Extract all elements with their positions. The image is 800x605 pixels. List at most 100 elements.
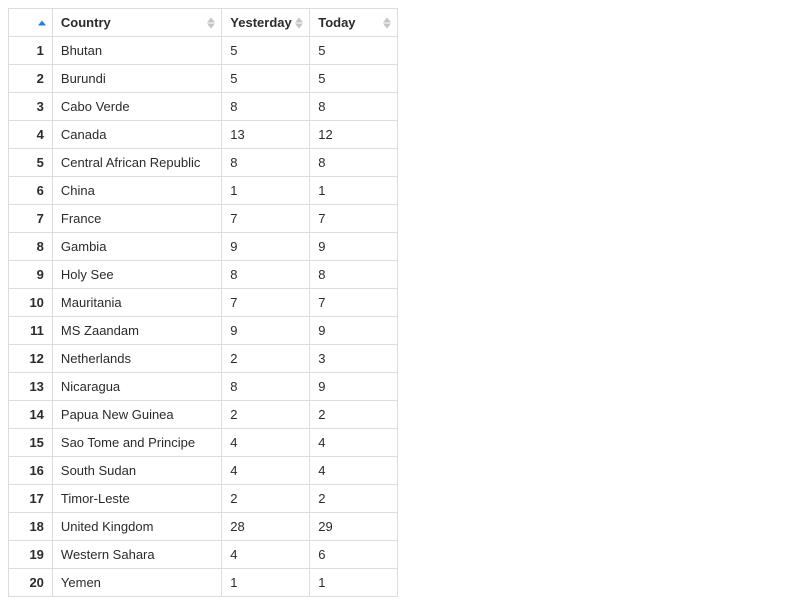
table-row: 10Mauritania77 xyxy=(9,289,398,317)
cell-country: Timor-Leste xyxy=(52,485,221,513)
table-row: 16South Sudan44 xyxy=(9,457,398,485)
cell-country: Cabo Verde xyxy=(52,93,221,121)
table-row: 18United Kingdom2829 xyxy=(9,513,398,541)
cell-index: 9 xyxy=(9,261,53,289)
cell-yesterday: 8 xyxy=(222,261,310,289)
cell-today: 7 xyxy=(310,289,398,317)
table-row: 1Bhutan55 xyxy=(9,37,398,65)
cell-today: 12 xyxy=(310,121,398,149)
cell-country: China xyxy=(52,177,221,205)
cell-yesterday: 5 xyxy=(222,65,310,93)
cell-yesterday: 13 xyxy=(222,121,310,149)
data-table: Country Yesterday Today 1Bhutan552Burund… xyxy=(8,8,398,597)
cell-yesterday: 28 xyxy=(222,513,310,541)
header-today-label: Today xyxy=(318,15,355,30)
cell-index: 16 xyxy=(9,457,53,485)
sort-icon xyxy=(207,17,215,28)
cell-today: 4 xyxy=(310,457,398,485)
table-row: 9Holy See88 xyxy=(9,261,398,289)
cell-country: MS Zaandam xyxy=(52,317,221,345)
header-yesterday[interactable]: Yesterday xyxy=(222,9,310,37)
cell-index: 4 xyxy=(9,121,53,149)
cell-country: Nicaragua xyxy=(52,373,221,401)
cell-index: 8 xyxy=(9,233,53,261)
header-yesterday-label: Yesterday xyxy=(230,15,291,30)
header-index[interactable] xyxy=(9,9,53,37)
cell-index: 12 xyxy=(9,345,53,373)
cell-today: 8 xyxy=(310,149,398,177)
cell-today: 9 xyxy=(310,373,398,401)
cell-country: Bhutan xyxy=(52,37,221,65)
cell-today: 8 xyxy=(310,261,398,289)
cell-index: 19 xyxy=(9,541,53,569)
cell-yesterday: 9 xyxy=(222,317,310,345)
cell-index: 7 xyxy=(9,205,53,233)
cell-today: 2 xyxy=(310,401,398,429)
cell-index: 1 xyxy=(9,37,53,65)
cell-country: Western Sahara xyxy=(52,541,221,569)
cell-index: 13 xyxy=(9,373,53,401)
cell-index: 20 xyxy=(9,569,53,597)
table-row: 17Timor-Leste22 xyxy=(9,485,398,513)
table-row: 7France77 xyxy=(9,205,398,233)
cell-country: Mauritania xyxy=(52,289,221,317)
table-row: 3Cabo Verde88 xyxy=(9,93,398,121)
cell-yesterday: 2 xyxy=(222,401,310,429)
cell-today: 6 xyxy=(310,541,398,569)
cell-yesterday: 4 xyxy=(222,429,310,457)
cell-country: France xyxy=(52,205,221,233)
cell-index: 15 xyxy=(9,429,53,457)
cell-yesterday: 4 xyxy=(222,541,310,569)
cell-index: 18 xyxy=(9,513,53,541)
cell-yesterday: 2 xyxy=(222,345,310,373)
table-header-row: Country Yesterday Today xyxy=(9,9,398,37)
cell-yesterday: 1 xyxy=(222,569,310,597)
cell-yesterday: 5 xyxy=(222,37,310,65)
cell-yesterday: 8 xyxy=(222,93,310,121)
table-row: 12Netherlands23 xyxy=(9,345,398,373)
cell-yesterday: 8 xyxy=(222,373,310,401)
cell-today: 1 xyxy=(310,569,398,597)
table-row: 2Burundi55 xyxy=(9,65,398,93)
header-today[interactable]: Today xyxy=(310,9,398,37)
cell-yesterday: 8 xyxy=(222,149,310,177)
cell-index: 2 xyxy=(9,65,53,93)
cell-today: 9 xyxy=(310,317,398,345)
sort-icon xyxy=(383,17,391,28)
cell-index: 6 xyxy=(9,177,53,205)
sort-asc-icon xyxy=(38,20,46,25)
table-row: 6China11 xyxy=(9,177,398,205)
table-row: 19Western Sahara46 xyxy=(9,541,398,569)
cell-index: 3 xyxy=(9,93,53,121)
cell-today: 29 xyxy=(310,513,398,541)
cell-yesterday: 1 xyxy=(222,177,310,205)
cell-country: Burundi xyxy=(52,65,221,93)
cell-index: 5 xyxy=(9,149,53,177)
cell-today: 1 xyxy=(310,177,398,205)
cell-yesterday: 7 xyxy=(222,205,310,233)
cell-yesterday: 2 xyxy=(222,485,310,513)
header-country[interactable]: Country xyxy=(52,9,221,37)
cell-index: 11 xyxy=(9,317,53,345)
cell-index: 10 xyxy=(9,289,53,317)
table-row: 14Papua New Guinea22 xyxy=(9,401,398,429)
cell-country: Sao Tome and Principe xyxy=(52,429,221,457)
cell-today: 8 xyxy=(310,93,398,121)
cell-yesterday: 4 xyxy=(222,457,310,485)
cell-index: 17 xyxy=(9,485,53,513)
header-country-label: Country xyxy=(61,15,111,30)
table-row: 4Canada1312 xyxy=(9,121,398,149)
cell-today: 3 xyxy=(310,345,398,373)
cell-country: Yemen xyxy=(52,569,221,597)
cell-today: 7 xyxy=(310,205,398,233)
table-row: 15Sao Tome and Principe44 xyxy=(9,429,398,457)
cell-country: United Kingdom xyxy=(52,513,221,541)
cell-today: 9 xyxy=(310,233,398,261)
table-row: 11MS Zaandam99 xyxy=(9,317,398,345)
cell-country: Netherlands xyxy=(52,345,221,373)
cell-country: Canada xyxy=(52,121,221,149)
table-row: 8Gambia99 xyxy=(9,233,398,261)
table-body: 1Bhutan552Burundi553Cabo Verde884Canada1… xyxy=(9,37,398,597)
cell-yesterday: 9 xyxy=(222,233,310,261)
table-row: 5Central African Republic88 xyxy=(9,149,398,177)
